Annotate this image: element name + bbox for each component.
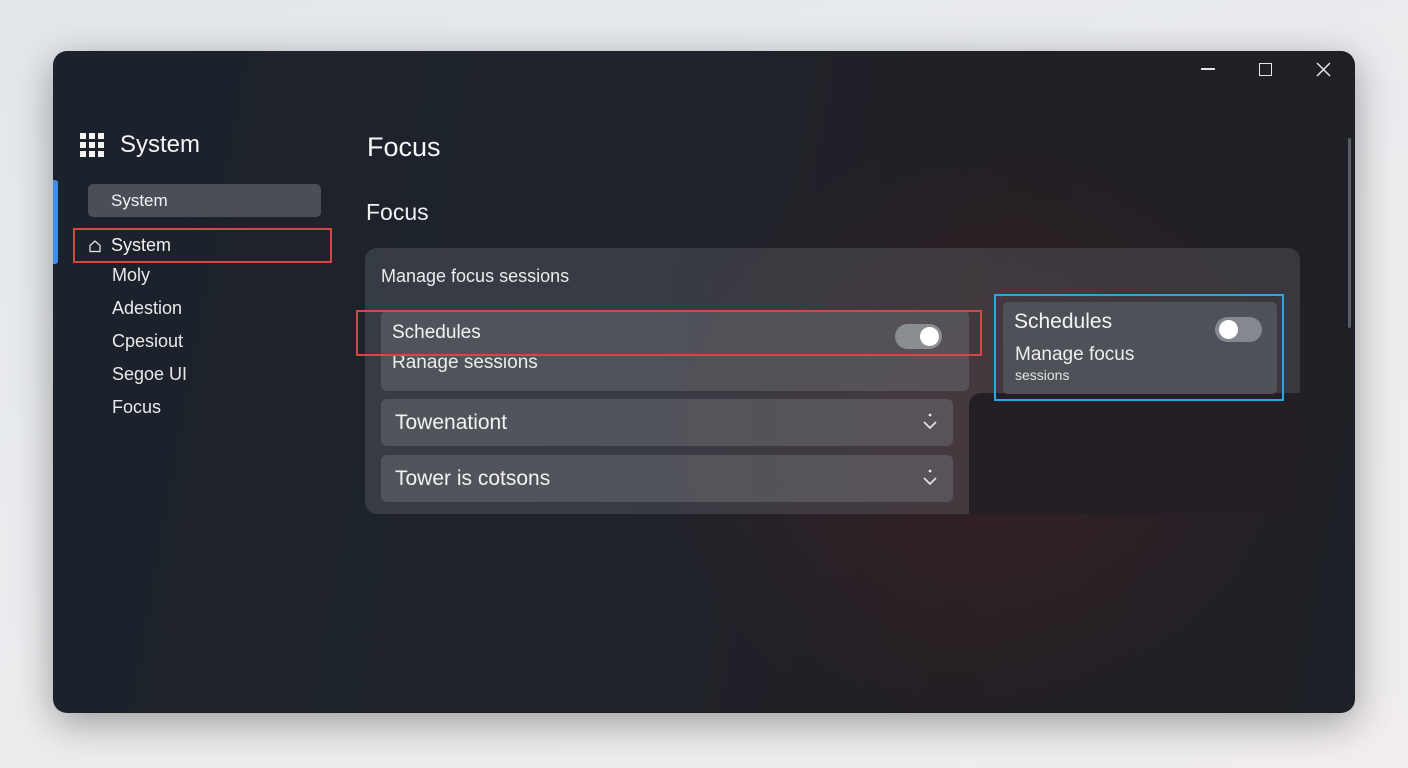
app-header: System (80, 131, 200, 159)
sidebar-item-segoe-ui[interactable]: Segoe UI (112, 364, 187, 385)
nav-search-label: System (111, 190, 168, 210)
sidebar-item-adestion[interactable]: Adestion (112, 298, 182, 319)
dropdown-label: Towenationt (395, 410, 508, 434)
nav-search-box[interactable]: System (88, 184, 321, 217)
sidebar-item-label: System (111, 235, 172, 255)
scrollbar[interactable] (1348, 138, 1351, 328)
settings-window: System System System Moly Adestion Cpesi… (53, 51, 1355, 713)
card-cutout (969, 393, 1300, 514)
highlight-box-schedules (356, 310, 982, 356)
maximize-icon (1258, 62, 1272, 76)
close-button[interactable] (1303, 59, 1343, 79)
minimize-icon (1201, 68, 1215, 70)
page-title: Focus (367, 132, 441, 162)
maximize-button[interactable] (1245, 59, 1285, 79)
app-title: System (120, 131, 201, 158)
minimize-button[interactable] (1188, 59, 1228, 79)
section-title: Focus (366, 199, 429, 225)
sidebar-item-home[interactable]: System (73, 228, 332, 263)
selection-indicator (53, 180, 58, 264)
sidebar-item-focus[interactable]: Focus (112, 397, 161, 418)
grid-icon (80, 133, 104, 157)
chevron-down-icon (923, 413, 937, 430)
chevron-down-icon (923, 469, 937, 486)
dropdown-towenationt[interactable]: Towenationt (381, 399, 953, 446)
sidebar-item-moly[interactable]: Moly (112, 265, 150, 286)
home-icon (88, 238, 102, 254)
card-label: Manage focus sessions (381, 266, 570, 286)
dropdown-tower-is-cotsons[interactable]: Tower is cotsons (381, 455, 953, 502)
dropdown-label: Tower is cotsons (395, 466, 551, 490)
highlight-box-popup (994, 294, 1284, 401)
close-icon (1315, 61, 1331, 77)
sidebar-item-cpesiout[interactable]: Cpesiout (112, 331, 183, 352)
